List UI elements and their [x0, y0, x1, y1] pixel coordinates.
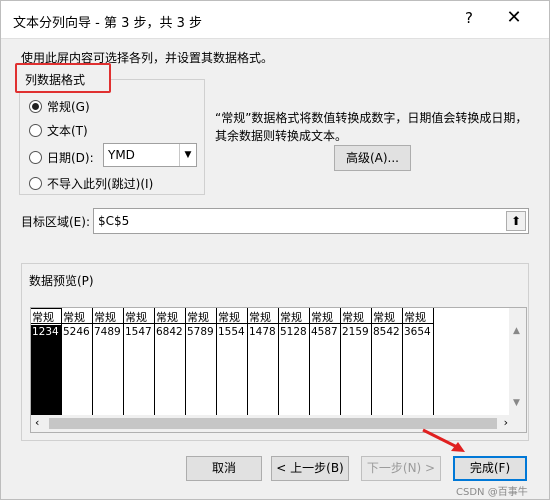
destination-input[interactable]: $C$5 ⬆	[93, 208, 529, 234]
radio-general-label: 常规(G)	[47, 100, 90, 114]
scroll-left-icon[interactable]: ‹	[35, 416, 39, 429]
preview-column[interactable]: 常规 4587	[310, 308, 341, 416]
preview-column[interactable]: 常规 5128	[279, 308, 310, 416]
preview-column[interactable]: 常规 8542	[372, 308, 403, 416]
preview-cell: 1554	[218, 326, 245, 338]
radio-general[interactable]: 常规(G)	[29, 98, 90, 115]
window-title: 文本分列向导 - 第 3 步，共 3 步	[13, 16, 203, 31]
destination-label: 目标区域(E):	[21, 215, 90, 229]
preview-cell: 6842	[156, 326, 183, 338]
radio-icon[interactable]	[29, 100, 42, 113]
vertical-scrollbar[interactable]: ▲ ▼	[509, 308, 526, 416]
destination-value: $C$5	[98, 214, 130, 228]
preview-header-divider	[372, 323, 403, 324]
radio-icon[interactable]	[29, 151, 42, 164]
column-format-title: 列数据格式	[15, 63, 111, 93]
preview-header-divider	[186, 323, 217, 324]
preview-cell: 4587	[311, 326, 338, 338]
help-icon[interactable]: ?	[457, 9, 481, 31]
preview-header-divider	[124, 323, 155, 324]
preview-header-divider	[93, 323, 124, 324]
preview-cell: 1234	[32, 326, 59, 338]
back-button[interactable]: < 上一步(B)	[271, 456, 349, 481]
radio-text-label: 文本(T)	[47, 124, 88, 138]
preview-header-divider	[248, 323, 279, 324]
preview-column[interactable]: 常规 5246	[62, 308, 93, 416]
preview-header-divider	[310, 323, 341, 324]
radio-date-label: 日期(D):	[47, 151, 94, 165]
preview-header-divider	[279, 323, 310, 324]
preview-cell: 1547	[125, 326, 152, 338]
radio-date[interactable]: 日期(D):	[29, 149, 94, 166]
preview-cell: 1478	[249, 326, 276, 338]
cancel-button[interactable]: 取消	[186, 456, 262, 481]
preview-header-divider	[62, 323, 93, 324]
radio-icon[interactable]	[29, 124, 42, 137]
date-format-select[interactable]: YMD ▼	[103, 143, 197, 167]
title-bar: 文本分列向导 - 第 3 步，共 3 步 ? ✕	[1, 1, 549, 39]
finish-button[interactable]: 完成(F)	[453, 456, 527, 481]
format-description: “常规”数据格式将数值转换成数字，日期值会转换成日期，其余数据则转换成文本。	[215, 111, 528, 143]
preview-cell: 5246	[63, 326, 90, 338]
preview-cell: 5789	[187, 326, 214, 338]
preview-cell: 5128	[280, 326, 307, 338]
data-preview-title: 数据预览(P)	[27, 272, 96, 289]
scroll-down-icon[interactable]: ▼	[513, 398, 520, 408]
radio-text[interactable]: 文本(T)	[29, 122, 88, 139]
preview-column[interactable]: 常规 1478	[248, 308, 279, 416]
preview-header-divider	[31, 323, 62, 324]
preview-column[interactable]: 常规 6842	[155, 308, 186, 416]
preview-header-divider	[403, 323, 434, 324]
preview-cell: 7489	[94, 326, 121, 338]
watermark: CSDN @百事牛	[456, 487, 528, 498]
preview-cell: 8542	[373, 326, 400, 338]
advanced-button[interactable]: 高级(A)...	[334, 145, 411, 171]
annotation-arrow-icon	[422, 428, 465, 452]
preview-column[interactable]: 常规 1547	[124, 308, 155, 416]
data-preview-grid[interactable]: 常规 1234 常规 5246 常规 7489 常规 1547 常规 6842 常规 5789 常规 15…	[30, 307, 527, 433]
text-to-columns-dialog: 文本分列向导 - 第 3 步，共 3 步 ? ✕ 使用此屏内容可选择各列，并设置…	[0, 0, 550, 500]
next-button[interactable]: 下一步(N) >	[361, 456, 441, 481]
preview-header-divider	[155, 323, 186, 324]
preview-column[interactable]: 常规 1234	[31, 308, 62, 416]
radio-skip[interactable]: 不导入此列(跳过)(I)	[29, 175, 153, 192]
preview-column[interactable]: 常规 5789	[186, 308, 217, 416]
close-icon[interactable]: ✕	[501, 7, 527, 33]
chevron-down-icon[interactable]: ▼	[179, 144, 196, 166]
preview-column[interactable]: 常规 2159	[341, 308, 372, 416]
preview-cell: 3654	[404, 326, 431, 338]
preview-cell: 2159	[342, 326, 369, 338]
preview-header-divider	[217, 323, 248, 324]
preview-header-divider	[341, 323, 372, 324]
scroll-up-icon[interactable]: ▲	[513, 326, 520, 336]
preview-column[interactable]: 常规 7489	[93, 308, 124, 416]
scroll-right-icon[interactable]: ›	[504, 416, 508, 429]
preview-column[interactable]: 常规 3654	[403, 308, 434, 416]
radio-skip-label: 不导入此列(跳过)(I)	[47, 177, 154, 191]
preview-column[interactable]: 常规 1554	[217, 308, 248, 416]
date-format-value: YMD	[108, 148, 135, 162]
collapse-dialog-icon[interactable]: ⬆	[506, 211, 526, 231]
radio-icon[interactable]	[29, 177, 42, 190]
